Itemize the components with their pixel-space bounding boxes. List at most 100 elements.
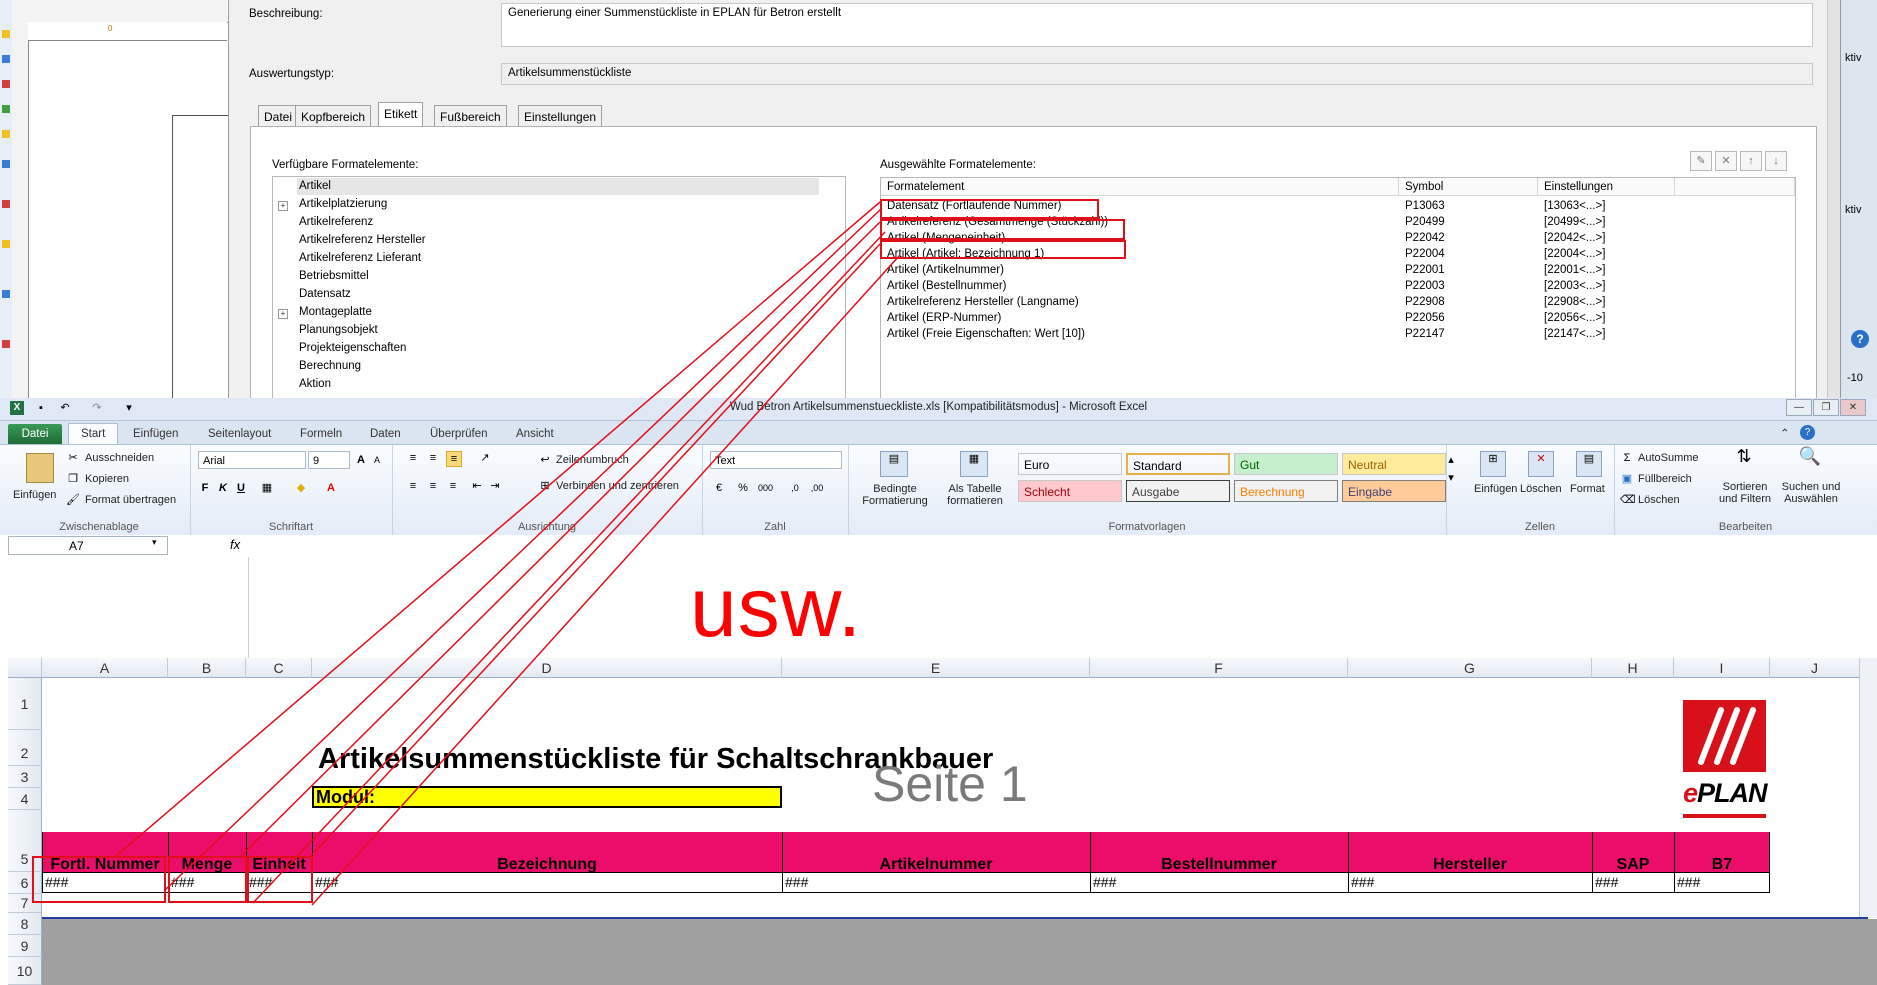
font-name-combo[interactable]: Arial [198,451,306,469]
decrease-decimal-icon[interactable]: ,00 [810,481,824,495]
toolbar-icon[interactable] [2,30,10,38]
align-right-icon[interactable]: ≡ [446,479,460,493]
fill-button[interactable]: Füllbereich [1638,473,1692,485]
toolbar-icon[interactable] [2,340,10,348]
toolbar-icon[interactable] [2,160,10,168]
format-cells-button[interactable]: Format [1570,483,1605,495]
help-icon[interactable]: ? [1800,425,1815,440]
tab-daten[interactable]: Daten [370,424,401,444]
tree-item[interactable]: Projekteigenschaften [299,340,406,357]
styles-scroll-down-icon[interactable]: ▾ [1444,471,1458,485]
sort-filter-icon[interactable]: ⇅ [1732,447,1756,475]
worksheet[interactable]: A B C D E F G H I J 1 2 3 4 5 6 7 8 9 10… [0,658,1877,985]
format-painter-button[interactable]: Format übertragen [85,494,176,506]
column-header-g[interactable]: G [1348,658,1592,678]
row-header-4[interactable]: 4 [8,788,42,810]
align-bottom-icon[interactable]: ≡ [446,451,462,467]
cut-button[interactable]: Ausschneiden [85,452,154,464]
style-ausgabe[interactable]: Ausgabe [1126,480,1230,502]
tree-item[interactable]: Artikel [297,178,819,195]
tab-start[interactable]: Start [68,423,119,446]
increase-indent-icon[interactable]: ⇥ [488,479,502,493]
close-button[interactable]: ✕ [1840,399,1866,416]
style-euro[interactable]: Euro [1018,453,1122,475]
tab-seitenlayout[interactable]: Seitenlayout [208,424,271,444]
format-as-table-button[interactable]: Als Tabelle formatieren [942,483,1008,507]
available-elements-tree[interactable]: Artikel + Artikelplatzierung Artikelrefe… [272,176,846,400]
name-box[interactable]: A7 [8,536,168,555]
grid-header-formatelement[interactable]: Formatelement [881,178,1399,196]
minimize-button[interactable]: — [1786,399,1812,416]
increase-decimal-icon[interactable]: ,0 [788,481,802,495]
merge-center-icon[interactable]: ⊞ [538,479,552,493]
orientation-icon[interactable]: ↗ [478,451,492,465]
column-header-c[interactable]: C [246,658,312,678]
column-header-d[interactable]: D [312,658,782,678]
row-header-10[interactable]: 10 [8,957,42,985]
style-standard[interactable]: Standard [1126,453,1230,475]
grid-cell-settings[interactable]: [22147<...>] [1544,325,1605,344]
tab-datei[interactable]: Datei [258,105,299,127]
edit-icon[interactable]: ✎ [1690,151,1712,171]
conditional-format-icon[interactable]: ▤ [880,451,908,477]
paste-button[interactable]: Einfügen [13,489,56,501]
select-all-corner[interactable] [8,658,42,678]
bold-button[interactable]: F [198,481,212,495]
grid-cell-symbol[interactable]: P22147 [1405,325,1445,344]
number-format-combo[interactable]: Text [710,451,842,469]
clear-icon[interactable]: ⌫ [1620,493,1636,507]
column-header-i[interactable]: I [1674,658,1770,678]
tab-fussbereich[interactable]: Fußbereich [434,105,507,127]
column-header-b[interactable]: B [168,658,246,678]
toolbar-icon[interactable] [2,290,10,298]
grid-header-symbol[interactable]: Symbol [1399,178,1538,196]
copy-button[interactable]: Kopieren [85,473,129,485]
move-up-icon[interactable]: ↑ [1740,151,1762,171]
column-header-j[interactable]: J [1770,658,1860,678]
delete-icon[interactable]: ✕ [1715,151,1737,171]
fill-icon[interactable]: ▣ [1620,472,1634,486]
align-center-icon[interactable]: ≡ [426,479,440,493]
tree-item[interactable]: Berechnung [299,358,361,375]
vertical-scrollbar[interactable] [1859,658,1877,918]
find-select-icon[interactable]: 🔍 [1798,447,1822,475]
autosum-icon[interactable]: Σ [1620,451,1634,465]
maximize-button[interactable]: ❐ [1813,399,1839,416]
fill-color-icon[interactable]: ◆ [294,481,308,495]
cut-icon[interactable]: ✂ [66,451,80,465]
currency-icon[interactable]: € [712,481,726,495]
ribbon-minimize-icon[interactable]: ⌃ [1780,424,1790,444]
paste-icon[interactable] [26,453,54,483]
merge-center-button[interactable]: Verbinden und zentrieren [556,480,679,492]
tab-ansicht[interactable]: Ansicht [516,424,554,444]
borders-icon[interactable]: ▦ [260,481,274,495]
copy-icon[interactable]: ❐ [66,472,80,486]
font-size-combo[interactable]: 9 [308,451,350,469]
style-berechnung[interactable]: Berechnung [1234,480,1338,502]
cell-i6[interactable]: ### [1674,873,1700,892]
decrease-indent-icon[interactable]: ⇤ [470,479,484,493]
row-header-3[interactable]: 3 [8,766,42,788]
toolbar-icon[interactable] [2,200,10,208]
italic-button[interactable]: K [216,481,230,495]
style-gut[interactable]: Gut [1234,453,1338,475]
tab-formeln[interactable]: Formeln [300,424,342,444]
style-neutral[interactable]: Neutral [1342,453,1446,475]
tree-item[interactable]: Artikelreferenz Lieferant [299,250,421,267]
tab-datei[interactable]: Datei [8,424,62,444]
format-as-table-icon[interactable]: ▦ [960,451,988,477]
tree-item[interactable]: Montageplatte [299,304,372,321]
row-header-9[interactable]: 9 [8,935,42,957]
wrap-text-button[interactable]: Zeilenumbruch [556,454,629,466]
tree-item[interactable]: Datensatz [299,286,351,303]
cell-g6[interactable]: ### [1348,873,1374,892]
font-color-icon[interactable]: A [324,481,338,495]
conditional-format-button[interactable]: Bedingte Formatierung [862,483,928,507]
thousands-icon[interactable]: 000 [758,481,773,495]
help-icon[interactable]: ? [1851,330,1869,348]
insert-cells-icon[interactable]: ⊞ [1480,451,1506,477]
expand-icon[interactable]: + [278,201,288,211]
insert-cells-button[interactable]: Einfügen [1474,483,1517,495]
grow-font-icon[interactable]: A [354,453,368,467]
find-select-button[interactable]: Suchen und Auswählen [1778,481,1844,505]
